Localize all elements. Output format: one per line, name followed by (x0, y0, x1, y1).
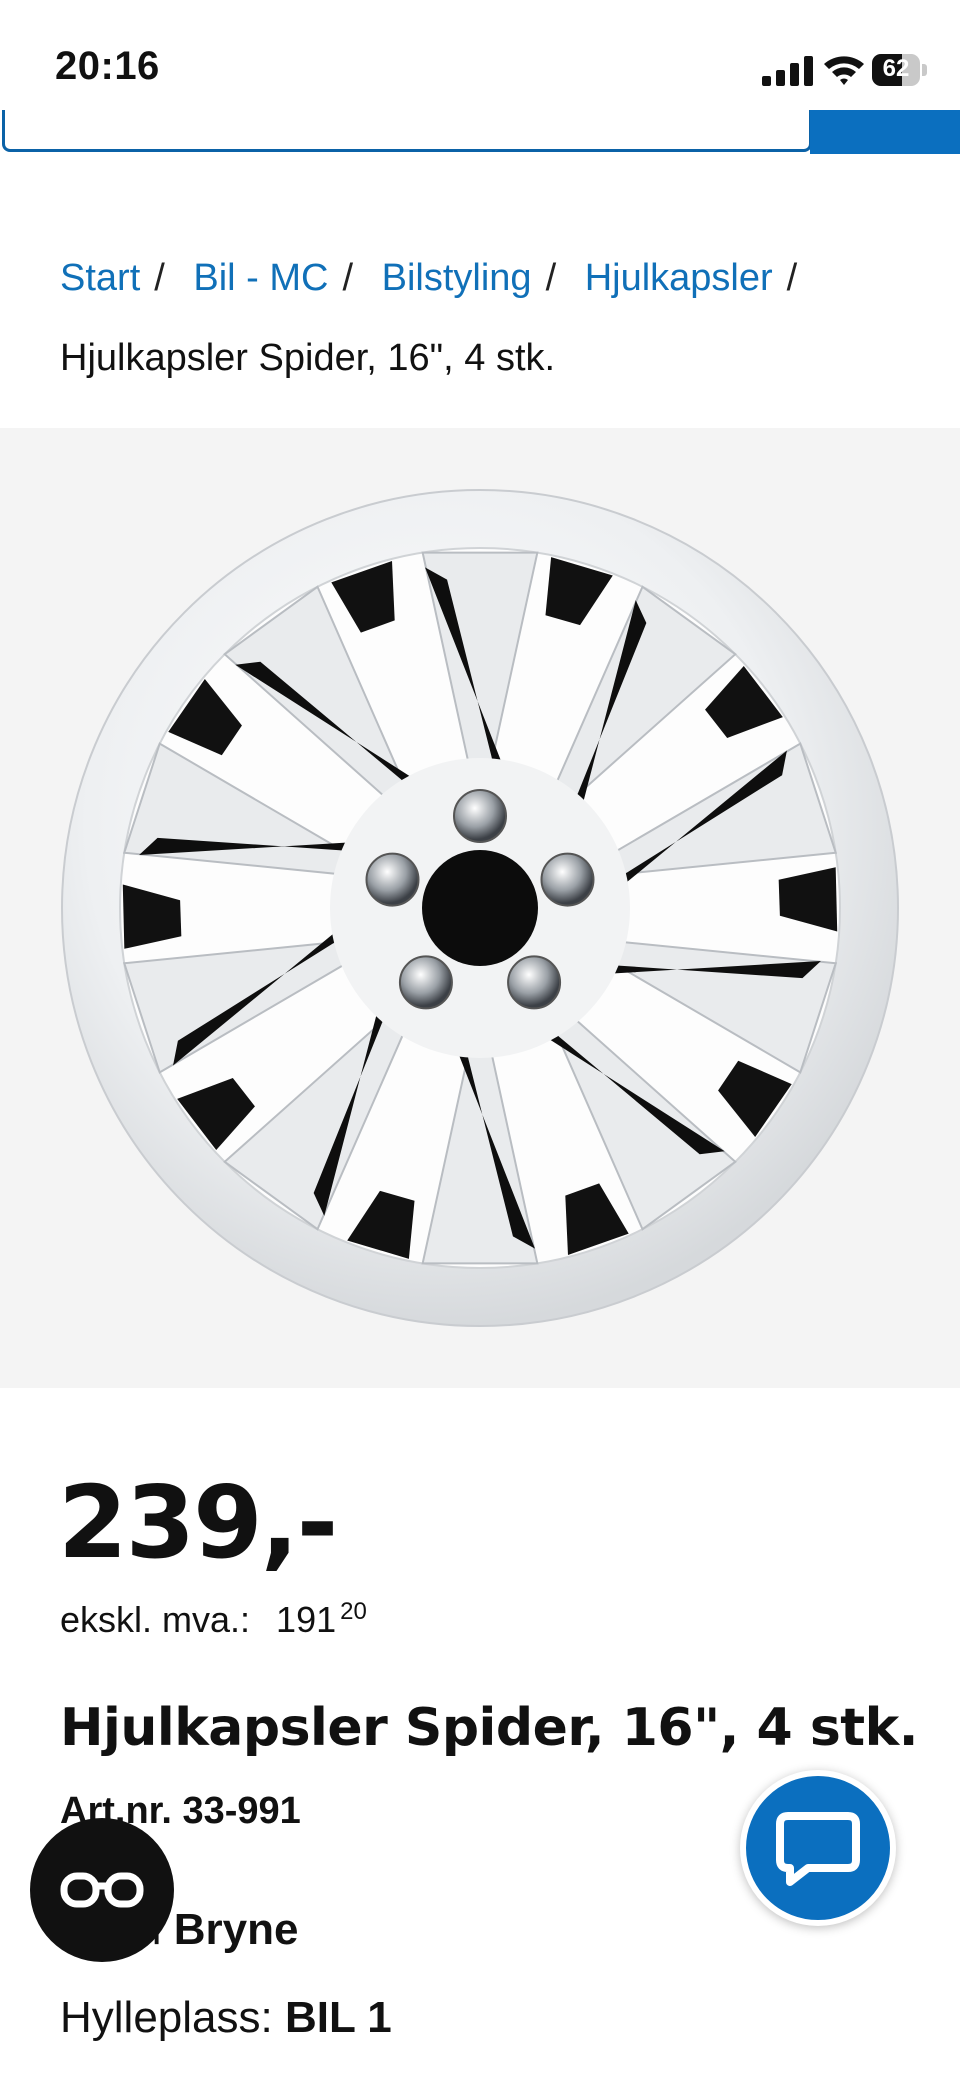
status-bar: 20:16 62 (0, 0, 960, 120)
search-bar[interactable] (0, 110, 960, 158)
shelf-label: Hylleplass: (60, 1993, 285, 2042)
store-name[interactable]: Bryne (174, 1905, 299, 1954)
price: 239,- (58, 1464, 338, 1581)
reading-glasses-icon (60, 1872, 144, 1908)
shelf-value: BIL 1 (284, 1993, 392, 2042)
breadcrumb-current: Hjulkapsler Spider, 16", 4 stk. (60, 337, 556, 379)
ex-vat-value: 191 (276, 1599, 337, 1640)
breadcrumb-hjulkapsler[interactable]: Hjulkapsler (585, 257, 773, 299)
battery-percent: 62 (882, 55, 910, 82)
breadcrumb-start[interactable]: Start (60, 257, 140, 299)
breadcrumb-separator: / (342, 257, 354, 299)
breadcrumb-separator: / (154, 257, 165, 299)
ex-vat-cents: 20 (340, 1598, 367, 1625)
ex-vat-label: ekskl. mva.: (60, 1599, 251, 1640)
accessibility-button[interactable] (30, 1818, 174, 1962)
chat-button[interactable] (740, 1770, 896, 1926)
breadcrumb-bil-mc[interactable]: Bil - MC (193, 257, 328, 299)
chat-bubble-icon (776, 1812, 860, 1886)
breadcrumb-bilstyling[interactable]: Bilstyling (382, 257, 532, 299)
breadcrumb: Start / Bil - MC / Bilstyling / Hjulkapsler… (60, 238, 920, 398)
search-input[interactable] (2, 110, 812, 152)
product-image[interactable] (0, 428, 960, 1388)
wifi-icon (824, 56, 864, 85)
breadcrumb-separator: / (545, 257, 557, 299)
price-ex-vat: ekskl. mva.: 191 20 (60, 1598, 367, 1641)
breadcrumb-separator: / (786, 257, 798, 299)
status-time: 20:16 (55, 44, 160, 88)
hubcap-image (61, 489, 899, 1327)
cellular-signal-icon (762, 56, 813, 86)
battery-icon: 62 (872, 54, 930, 86)
product-title: Hjulkapsler Spider, 16", 4 stk. (60, 1698, 918, 1758)
search-button[interactable] (810, 110, 960, 154)
shelf-location: Hylleplass: BIL 1 (60, 1993, 392, 2043)
